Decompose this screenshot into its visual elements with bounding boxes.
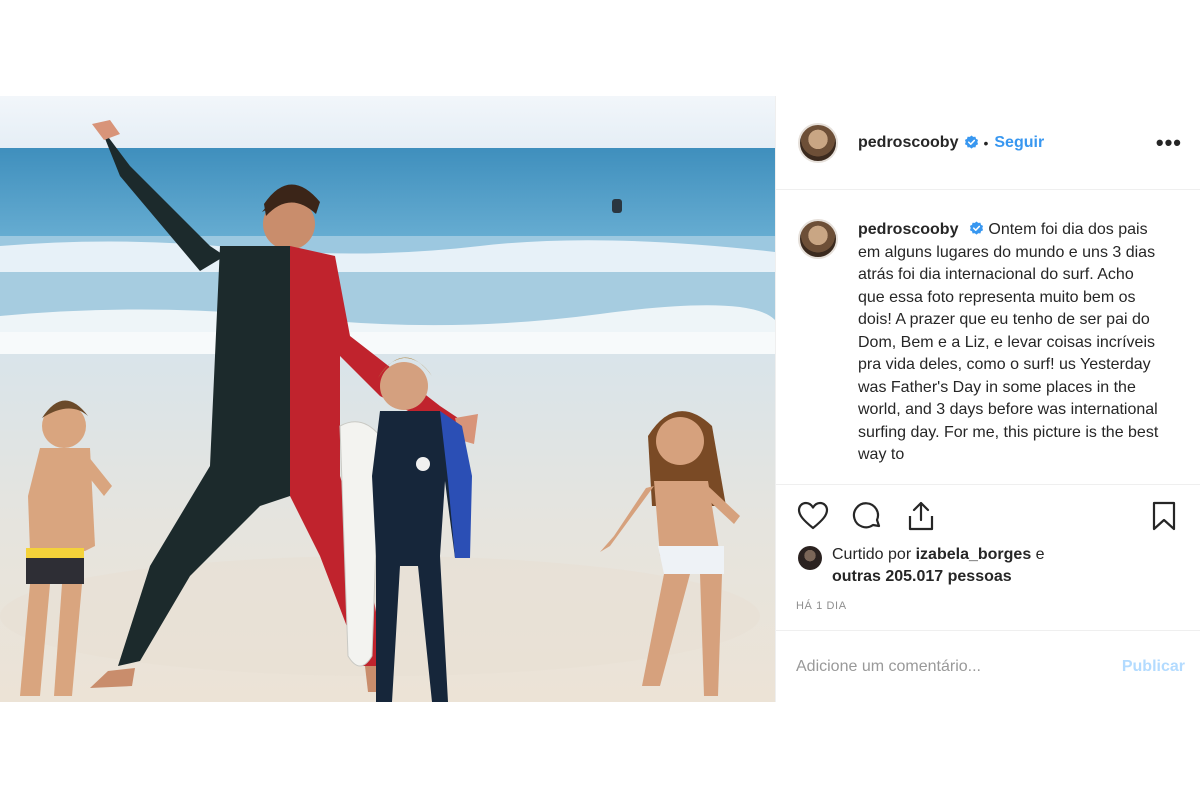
post-timestamp[interactable]: HÁ 1 DIA (796, 600, 847, 612)
verified-badge-icon (965, 135, 979, 149)
caption: pedroscooby Ontem foi dia dos pais em al… (776, 191, 1200, 467)
post-actions (776, 494, 1200, 538)
comment-input[interactable]: Adicione um comentário... (796, 658, 1122, 676)
post-photo[interactable] (0, 96, 775, 702)
verified-badge-icon (969, 221, 983, 235)
comment-box: Adicione um comentário... Publicar (776, 630, 1200, 702)
comment-icon (852, 502, 881, 529)
post-side-panel: pedroscooby • Seguir ••• pedroscooby Ont… (775, 96, 1200, 702)
caption-text: pedroscooby Ontem foi dia dos pais em al… (858, 219, 1163, 467)
post-username[interactable]: pedroscooby (858, 134, 958, 152)
likes-connector: e (1035, 546, 1045, 563)
instagram-post: pedroscooby • Seguir ••• pedroscooby Ont… (0, 96, 1200, 702)
liker-username[interactable]: izabela_borges (916, 546, 1032, 563)
save-button[interactable] (1145, 497, 1183, 535)
liker-avatar[interactable] (798, 546, 822, 570)
caption-body: Ontem foi dia dos pais em alguns lugares… (858, 221, 1159, 463)
share-icon (908, 501, 934, 531)
publish-button[interactable]: Publicar (1122, 658, 1185, 676)
avatar[interactable] (798, 122, 838, 163)
share-button[interactable] (902, 497, 940, 535)
bookmark-icon (1152, 501, 1176, 531)
caption-avatar[interactable] (798, 219, 838, 259)
heart-icon (797, 501, 829, 530)
caption-area: pedroscooby Ontem foi dia dos pais em al… (776, 191, 1200, 485)
follow-button[interactable]: Seguir (994, 134, 1044, 152)
post-header: pedroscooby • Seguir ••• (776, 96, 1200, 190)
caption-username[interactable]: pedroscooby (858, 221, 958, 238)
likes-summary: Curtido por izabela_borges e outras 205.… (798, 544, 1045, 588)
beach-surf-photo (0, 96, 775, 702)
separator-dot: • (983, 134, 989, 151)
likes-prefix: Curtido por (832, 546, 912, 563)
more-options-icon[interactable]: ••• (1156, 130, 1182, 156)
likes-others[interactable]: outras 205.017 pessoas (832, 568, 1012, 585)
likes-text: Curtido por izabela_borges e outras 205.… (832, 544, 1045, 588)
comment-button[interactable] (848, 497, 886, 535)
like-button[interactable] (794, 497, 832, 535)
